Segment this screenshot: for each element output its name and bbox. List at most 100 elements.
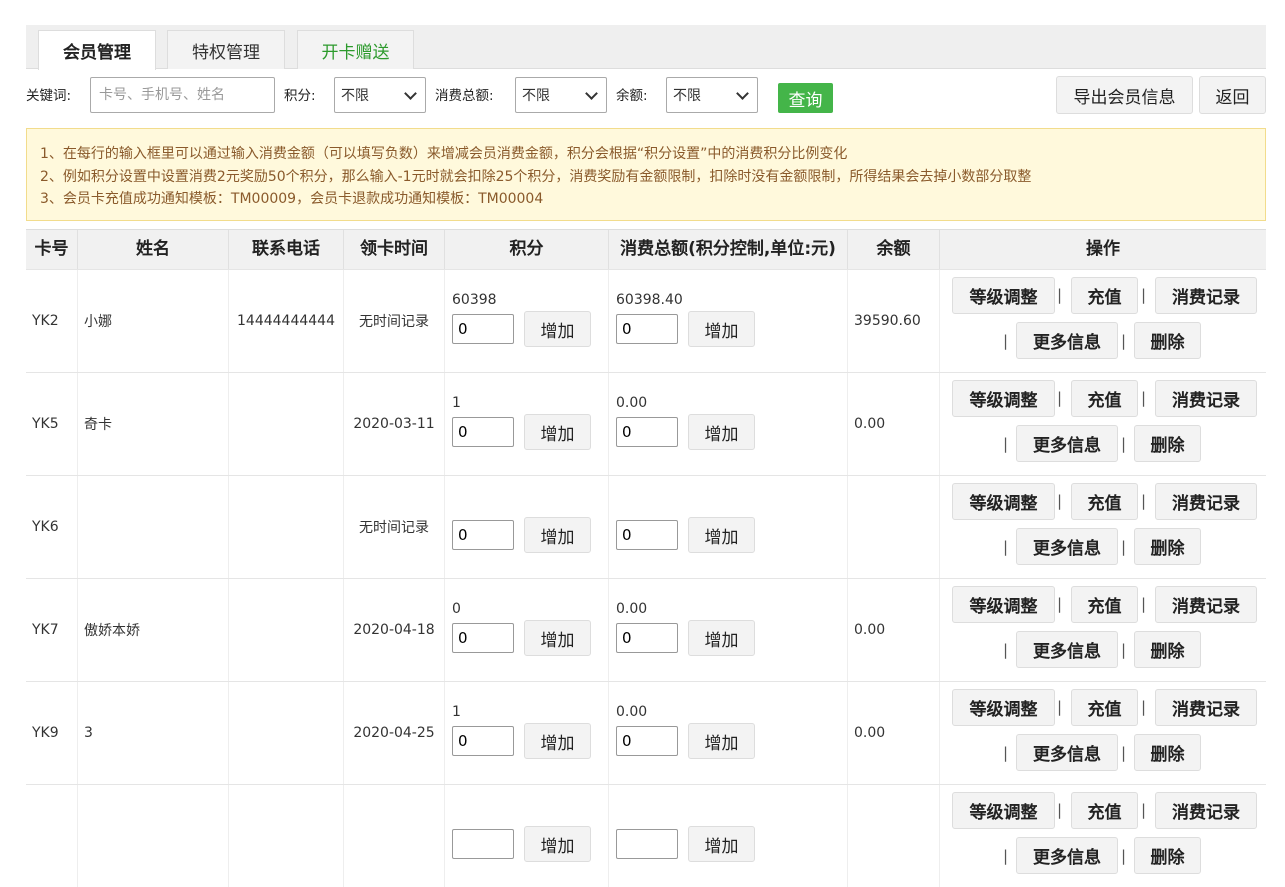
table-row: YK2 小娜 14444444444 无时间记录 60398 增加 60398.…	[26, 269, 1266, 372]
tab-card-gift[interactable]: 开卡赠送	[297, 30, 414, 69]
points-amount-input[interactable]	[452, 623, 514, 653]
cell-total-spend: 0.00 增加	[609, 579, 848, 681]
consumption-records-button[interactable]: 消费记录	[1155, 380, 1257, 417]
keyword-input[interactable]	[90, 77, 275, 113]
level-adjust-button[interactable]: 等级调整	[952, 483, 1055, 520]
header-card-time: 领卡时间	[344, 230, 445, 269]
cell-balance: 0.00	[848, 373, 940, 475]
points-add-button[interactable]: 增加	[524, 620, 591, 656]
separator: |	[1121, 435, 1127, 453]
more-info-button[interactable]: 更多信息	[1016, 528, 1118, 565]
separator: |	[1121, 332, 1127, 350]
cell-card-no	[26, 785, 78, 887]
query-button[interactable]: 查询	[778, 83, 833, 113]
balance-select[interactable]: 不限	[666, 77, 758, 113]
cell-card-no: YK5	[26, 373, 78, 475]
cell-points: 0 增加	[445, 579, 609, 681]
separator: |	[1057, 492, 1063, 510]
level-adjust-button[interactable]: 等级调整	[952, 689, 1055, 726]
separator: |	[1057, 389, 1063, 407]
points-add-button[interactable]: 增加	[524, 517, 591, 553]
delete-button[interactable]: 删除	[1134, 734, 1201, 771]
more-info-button[interactable]: 更多信息	[1016, 837, 1118, 874]
points-add-button[interactable]: 增加	[524, 826, 591, 862]
spend-amount-input[interactable]	[616, 314, 678, 344]
spend-amount-input[interactable]	[616, 726, 678, 756]
recharge-button[interactable]: 充值	[1071, 277, 1138, 314]
delete-button[interactable]: 删除	[1134, 631, 1201, 668]
cell-total-spend: 增加	[609, 785, 848, 887]
points-amount-input[interactable]	[452, 314, 514, 344]
tab-member-management[interactable]: 会员管理	[38, 30, 156, 70]
points-amount-input[interactable]	[452, 417, 514, 447]
recharge-button[interactable]: 充值	[1071, 483, 1138, 520]
recharge-button[interactable]: 充值	[1071, 380, 1138, 417]
tab-privilege-management[interactable]: 特权管理	[167, 30, 285, 69]
level-adjust-button[interactable]: 等级调整	[952, 792, 1055, 829]
cell-phone	[229, 579, 344, 681]
more-info-button[interactable]: 更多信息	[1016, 734, 1118, 771]
spend-add-button[interactable]: 增加	[688, 414, 755, 450]
spend-add-button[interactable]: 增加	[688, 620, 755, 656]
cell-total-spend: 0.00 增加	[609, 682, 848, 784]
spend-add-button[interactable]: 增加	[688, 517, 755, 553]
delete-button[interactable]: 删除	[1134, 837, 1201, 874]
more-info-button[interactable]: 更多信息	[1016, 425, 1118, 462]
points-amount-input[interactable]	[452, 829, 514, 859]
separator: |	[1003, 332, 1009, 350]
cell-name: 奇卡	[78, 373, 229, 475]
cell-total-spend: 60398.40 增加	[609, 270, 848, 372]
spend-select[interactable]: 不限	[515, 77, 607, 113]
separator: |	[1141, 698, 1147, 716]
points-add-button[interactable]: 增加	[524, 414, 591, 450]
separator: |	[1141, 492, 1147, 510]
table-row: YK7 傲娇本娇 2020-04-18 0 增加 0.00 增加 0.00 等级…	[26, 578, 1266, 681]
spend-add-button[interactable]: 增加	[688, 723, 755, 759]
separator: |	[1141, 389, 1147, 407]
more-info-button[interactable]: 更多信息	[1016, 322, 1118, 359]
more-info-button[interactable]: 更多信息	[1016, 631, 1118, 668]
spend-amount-input[interactable]	[616, 623, 678, 653]
points-select[interactable]: 不限	[334, 77, 426, 113]
export-members-button[interactable]: 导出会员信息	[1056, 76, 1193, 114]
level-adjust-button[interactable]: 等级调整	[952, 586, 1055, 623]
spend-amount-input[interactable]	[616, 520, 678, 550]
back-button[interactable]: 返回	[1199, 76, 1266, 114]
cell-card-time: 2020-04-25	[344, 682, 445, 784]
consumption-records-button[interactable]: 消费记录	[1155, 277, 1257, 314]
table-row: YK5 奇卡 2020-03-11 1 增加 0.00 增加 0.00 等级调整…	[26, 372, 1266, 475]
cell-balance: 0.00	[848, 682, 940, 784]
spend-amount-input[interactable]	[616, 417, 678, 447]
cell-name: 小娜	[78, 270, 229, 372]
recharge-button[interactable]: 充值	[1071, 689, 1138, 726]
delete-button[interactable]: 删除	[1134, 425, 1201, 462]
delete-button[interactable]: 删除	[1134, 322, 1201, 359]
recharge-button[interactable]: 充值	[1071, 586, 1138, 623]
cell-card-no: YK9	[26, 682, 78, 784]
points-add-button[interactable]: 增加	[524, 723, 591, 759]
cell-name: 傲娇本娇	[78, 579, 229, 681]
points-amount-input[interactable]	[452, 520, 514, 550]
spend-value: 0.00	[616, 601, 648, 617]
level-adjust-button[interactable]: 等级调整	[952, 277, 1055, 314]
spend-add-button[interactable]: 增加	[688, 311, 755, 347]
recharge-button[interactable]: 充值	[1071, 792, 1138, 829]
points-value: 0	[452, 601, 461, 617]
points-amount-input[interactable]	[452, 726, 514, 756]
header-total-spend: 消费总额(积分控制,单位:元)	[609, 230, 848, 269]
separator: |	[1003, 538, 1009, 556]
points-add-button[interactable]: 增加	[524, 311, 591, 347]
consumption-records-button[interactable]: 消费记录	[1155, 483, 1257, 520]
consumption-records-button[interactable]: 消费记录	[1155, 792, 1257, 829]
separator: |	[1141, 595, 1147, 613]
delete-button[interactable]: 删除	[1134, 528, 1201, 565]
notice-line: 2、例如积分设置中设置消费2元奖励50个积分，那么输入-1元时就会扣除25个积分…	[40, 168, 1032, 185]
level-adjust-button[interactable]: 等级调整	[952, 380, 1055, 417]
separator: |	[1121, 847, 1127, 865]
spend-amount-input[interactable]	[616, 829, 678, 859]
consumption-records-button[interactable]: 消费记录	[1155, 586, 1257, 623]
consumption-records-button[interactable]: 消费记录	[1155, 689, 1257, 726]
cell-actions: 等级调整 | 充值 | 消费记录 | 更多信息 | 删除	[940, 579, 1266, 681]
cell-card-no: YK7	[26, 579, 78, 681]
spend-add-button[interactable]: 增加	[688, 826, 755, 862]
